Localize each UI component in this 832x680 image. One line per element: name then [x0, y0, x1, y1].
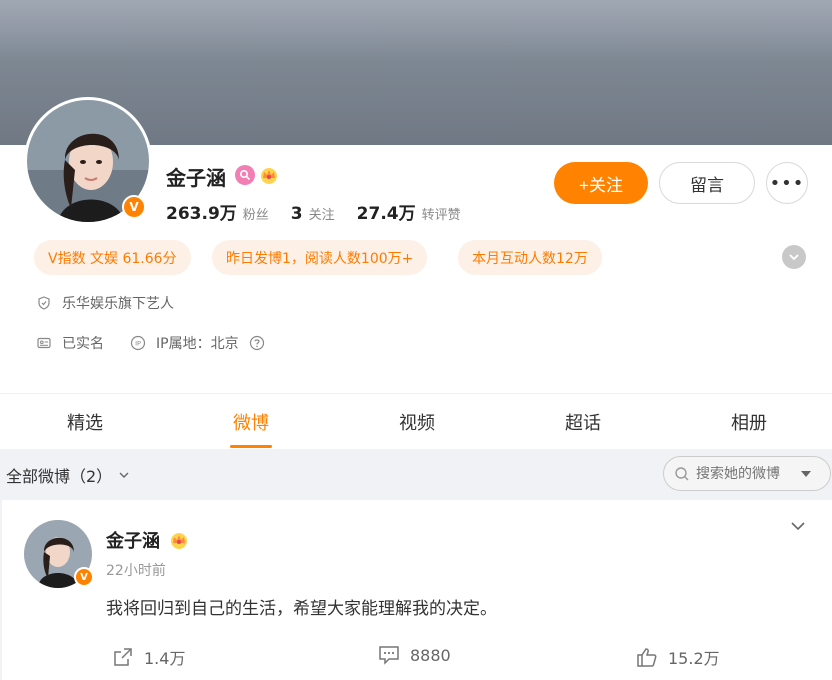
- realname-text: 已实名: [62, 336, 104, 352]
- post-menu-button[interactable]: [788, 516, 808, 536]
- interactions-label: 转评赞: [421, 208, 461, 223]
- id-card-icon: [36, 335, 52, 351]
- repost-button[interactable]: 1.4万: [112, 645, 185, 669]
- v-index-tag[interactable]: V指数 文娱 61.66分: [34, 240, 191, 275]
- magnifier-icon: [239, 169, 251, 181]
- dropdown-triangle-icon[interactable]: [800, 469, 812, 479]
- thumbs-up-icon: [637, 648, 657, 667]
- like-count: 15.2万: [668, 649, 720, 668]
- agency-row: 乐华娱乐旗下艺人: [36, 293, 174, 313]
- fans-count[interactable]: 263.9万: [166, 199, 237, 224]
- following-count[interactable]: 3: [291, 204, 303, 224]
- following-label: 关注: [308, 208, 335, 223]
- chevron-down-icon: [791, 522, 805, 531]
- agency-text: 乐华娱乐旗下艺人: [62, 296, 174, 312]
- profile-name: 金子涵: [166, 166, 226, 190]
- search-input[interactable]: [696, 465, 796, 482]
- tab-video[interactable]: 视频: [357, 394, 477, 450]
- tab-album[interactable]: 相册: [689, 394, 809, 450]
- tab-weibo[interactable]: 微博: [191, 394, 311, 450]
- fans-label: 粉丝: [242, 208, 269, 223]
- comment-count: 8880: [410, 645, 451, 665]
- search-badge-icon[interactable]: [235, 165, 255, 185]
- interactions-count: 27.4万: [356, 204, 416, 224]
- comment-button[interactable]: 8880: [378, 645, 451, 665]
- tab-featured[interactable]: 精选: [25, 394, 145, 450]
- profile-stats: 263.9万 粉丝 3 关注 27.4万 转评赞: [166, 199, 477, 224]
- chevron-down-icon: [789, 254, 799, 261]
- help-icon[interactable]: [249, 335, 265, 351]
- crown-icon: [169, 530, 189, 550]
- monthly-interaction-tag[interactable]: 本月互动人数12万: [458, 240, 602, 275]
- all-posts-label: 全部微博（2）: [6, 467, 113, 486]
- search-icon: [675, 466, 689, 480]
- more-options-button[interactable]: •••: [766, 162, 808, 204]
- all-posts-filter[interactable]: 全部微博（2）: [6, 463, 130, 487]
- comment-icon: [379, 646, 399, 665]
- identity-row: 已实名 IP IP属地：北京: [36, 333, 265, 353]
- repost-count: 1.4万: [144, 649, 186, 668]
- cover-haze: [0, 0, 832, 60]
- svg-text:IP: IP: [135, 340, 141, 348]
- post-content: 我将回归到自己的生活，希望大家能理解我的决定。: [106, 599, 497, 619]
- follow-button[interactable]: +关注: [554, 162, 648, 204]
- tab-supertopic[interactable]: 超话: [523, 394, 643, 450]
- post-author-name[interactable]: 金子涵: [106, 527, 160, 553]
- chevron-down-icon: [119, 472, 129, 478]
- crown-shape-icon: [261, 168, 277, 184]
- ip-location-text: IP属地：北京: [156, 336, 239, 352]
- post-timestamp[interactable]: 22小时前: [106, 560, 166, 580]
- crown-icon[interactable]: [259, 165, 279, 185]
- ip-icon: IP: [130, 335, 146, 351]
- expand-info-button[interactable]: [782, 245, 806, 269]
- shield-icon: [36, 295, 52, 311]
- verified-badge-icon: V: [122, 195, 146, 219]
- repost-icon: [114, 648, 132, 666]
- message-button[interactable]: 留言: [659, 162, 755, 204]
- daily-post-tag[interactable]: 昨日发博1，阅读人数100万+: [212, 240, 428, 275]
- verified-badge-icon: V: [74, 567, 94, 587]
- like-button[interactable]: 15.2万: [636, 645, 720, 669]
- profile-tabs: 精选 微博 视频 超话 相册: [0, 393, 832, 449]
- crown-shape-icon: [171, 533, 187, 549]
- post-search: [663, 456, 831, 491]
